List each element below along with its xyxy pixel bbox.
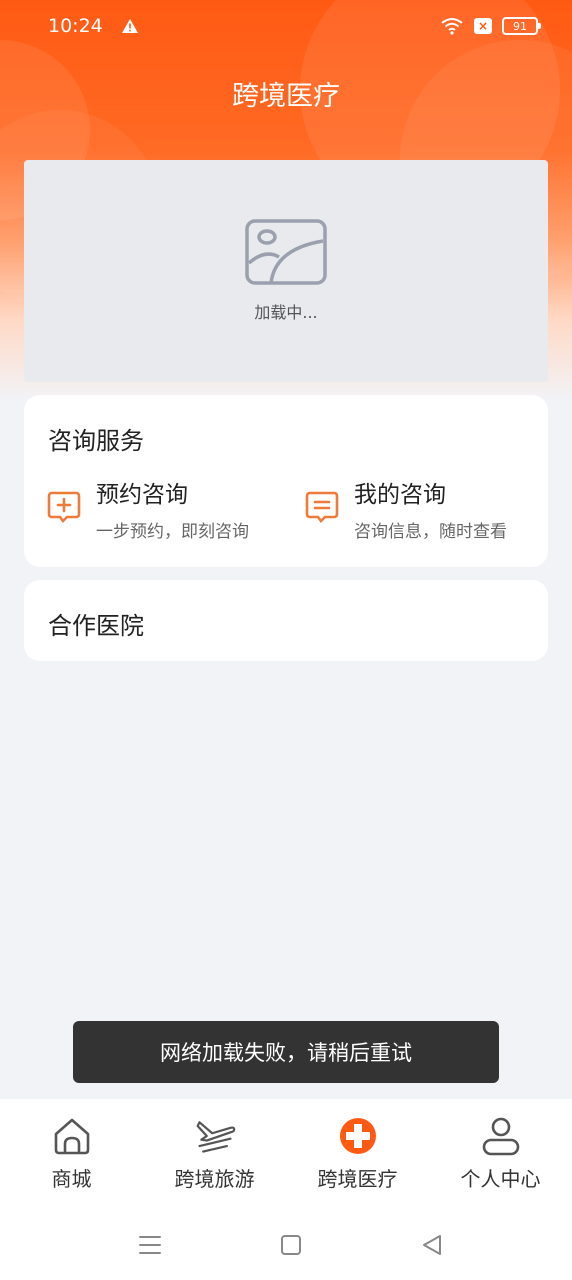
- image-placeholder-icon: [245, 219, 327, 285]
- my-consult-label: 我的咨询: [354, 482, 446, 508]
- book-consult-desc: 一步预约，即刻咨询: [96, 522, 249, 542]
- back-triangle-icon[interactable]: [418, 1231, 446, 1259]
- tab-medical-label: 跨境医疗: [317, 1167, 398, 1191]
- user-icon: [482, 1117, 519, 1156]
- tab-travel[interactable]: 跨境旅游: [143, 1099, 286, 1209]
- medical-cross-icon: [339, 1118, 376, 1154]
- tab-travel-label: 跨境旅游: [174, 1167, 255, 1191]
- airplane-icon: [196, 1121, 235, 1153]
- partner-hospitals-title: 合作医院: [48, 612, 144, 640]
- tab-medical[interactable]: 跨境医疗: [286, 1099, 429, 1209]
- warning-icon: [121, 19, 138, 33]
- my-consult-button[interactable]: 我的咨询 咨询信息，随时查看: [304, 479, 507, 542]
- chat-lines-icon: [305, 491, 339, 523]
- system-navigation-bar: [0, 1209, 572, 1280]
- home-square-icon[interactable]: [277, 1231, 305, 1259]
- tab-profile[interactable]: 个人中心: [429, 1099, 572, 1209]
- partner-hospitals-card[interactable]: 合作医院: [24, 580, 548, 661]
- consult-services-card: 咨询服务 预约咨询 一步预约，即刻咨询 我的咨询 咨询信息，随时查看: [24, 395, 548, 567]
- consult-services-title: 咨询服务: [48, 427, 144, 455]
- status-time: 10:24: [48, 15, 103, 37]
- menu-icon[interactable]: [136, 1231, 164, 1259]
- battery-icon: 91: [502, 17, 541, 35]
- tab-mall-label: 商城: [51, 1167, 92, 1191]
- bottom-tab-bar: 商城 跨境旅游 跨境医疗 个人中心: [0, 1099, 572, 1209]
- chat-plus-icon: [47, 491, 81, 523]
- banner-loading-text: 加载中...: [254, 303, 318, 322]
- banner[interactable]: 加载中...: [24, 160, 548, 382]
- status-bar: 10:24 × 91: [0, 0, 572, 52]
- home-icon: [54, 1118, 89, 1155]
- book-consult-label: 预约咨询: [96, 482, 188, 508]
- sim-error-icon: ×: [474, 18, 492, 34]
- page-title: 跨境医疗: [232, 81, 340, 112]
- my-consult-desc: 咨询信息，随时查看: [354, 522, 507, 542]
- wifi-icon: [441, 18, 463, 35]
- book-consult-button[interactable]: 预约咨询 一步预约，即刻咨询: [46, 479, 249, 542]
- tab-profile-label: 个人中心: [460, 1167, 541, 1191]
- tab-mall[interactable]: 商城: [0, 1099, 143, 1209]
- toast-message: 网络加载失败，请稍后重试: [73, 1021, 499, 1083]
